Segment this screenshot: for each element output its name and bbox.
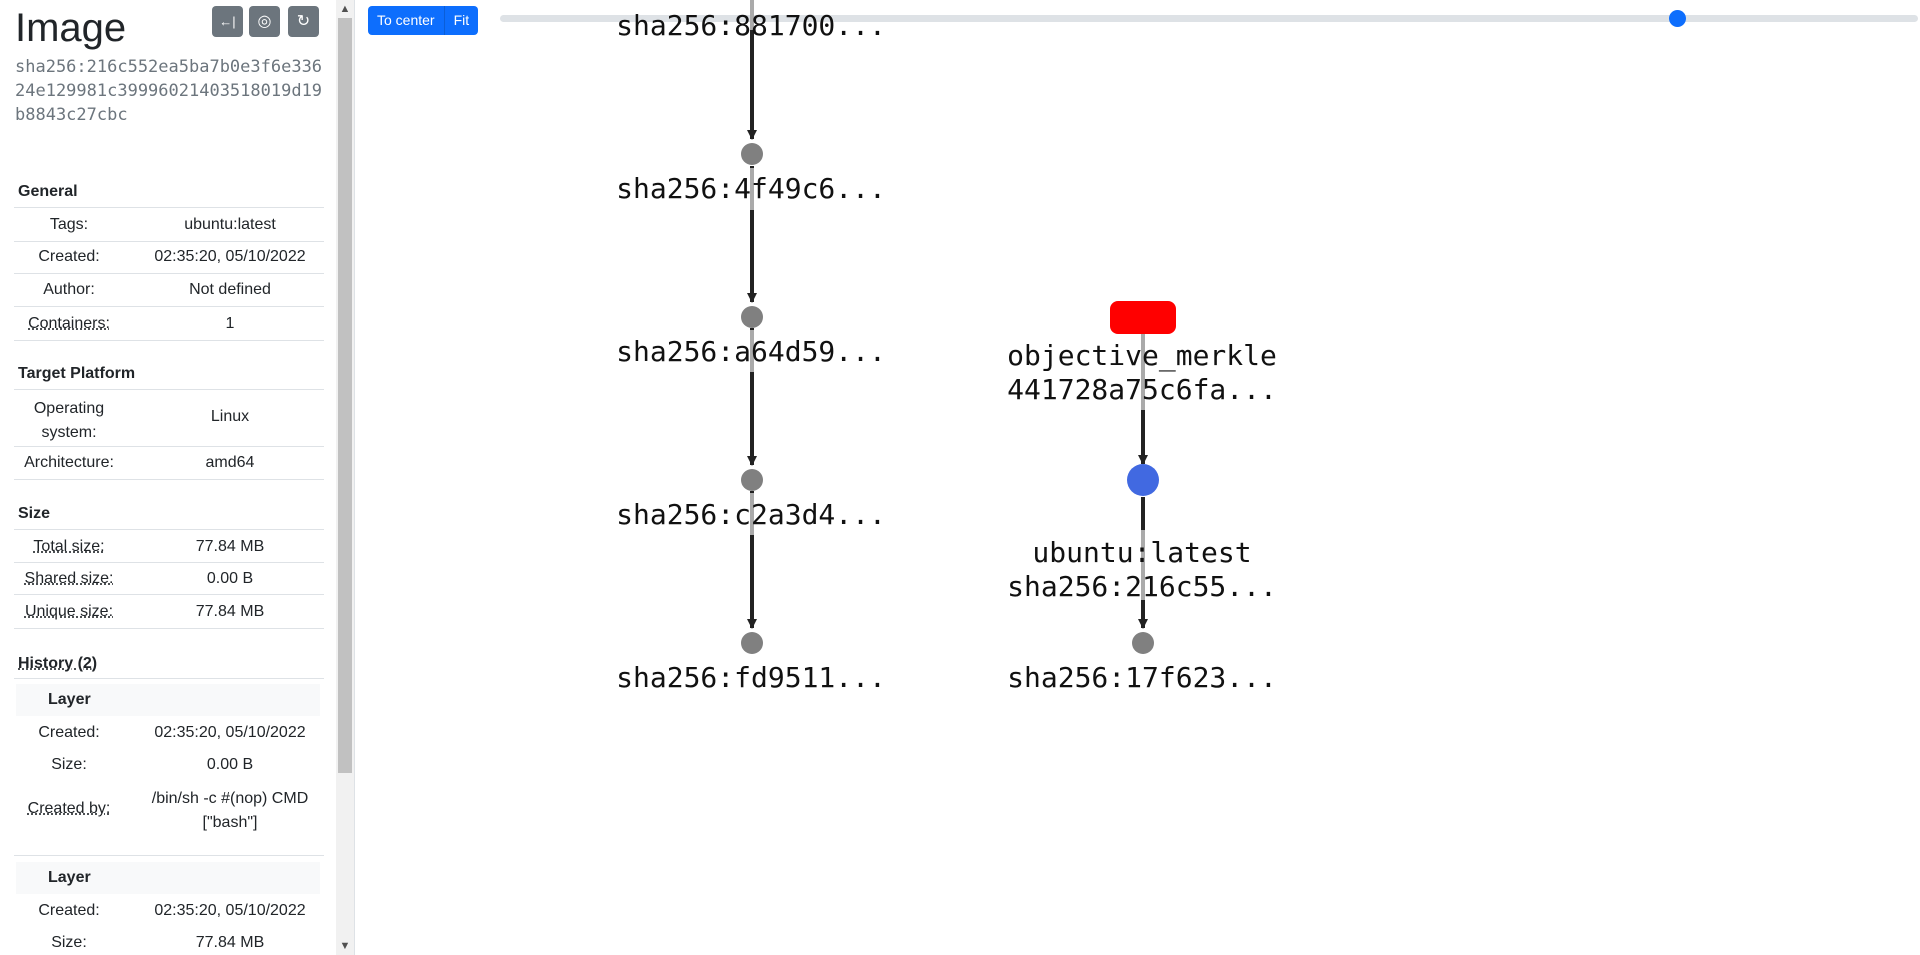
scrollbar-thumb[interactable] xyxy=(338,18,352,773)
layer-2-heading: Layer xyxy=(16,862,320,894)
general-heading: General xyxy=(18,183,78,200)
layer-1-size-row: Size: 0.00 B xyxy=(14,749,324,781)
architecture-row: Architecture: amd64 xyxy=(14,446,324,480)
containers-row: Containers: 1 xyxy=(14,307,324,341)
size-heading: Size xyxy=(18,505,51,522)
node-17f623-label: sha256:17f623... xyxy=(1007,661,1277,694)
total-size-label[interactable]: Total size: xyxy=(14,538,124,556)
layer-1-size-label: Size: xyxy=(51,756,87,773)
author-row: Author: Not defined xyxy=(14,274,324,307)
layer-2-size-row: Size: 77.84 MB xyxy=(14,927,324,955)
layer-1-size-value: 0.00 B xyxy=(206,756,254,773)
total-size-value: 77.84 MB xyxy=(195,538,265,555)
tags-label: Tags: xyxy=(49,216,89,233)
created-value: 02:35:20, 05/10/2022 xyxy=(154,248,306,265)
author-label: Author: xyxy=(43,281,95,298)
total-size-row: Total size: 77.84 MB xyxy=(14,529,324,563)
image-tag-label: ubuntu:latest xyxy=(1032,536,1251,569)
containers-label[interactable]: Containers: xyxy=(14,315,124,333)
created-row: Created: 02:35:20, 05/10/2022 xyxy=(14,241,324,274)
shared-size-value: 0.00 B xyxy=(206,570,254,587)
history-heading[interactable]: History (2) xyxy=(18,655,97,673)
container-id-label: 441728a75c6fa... xyxy=(1007,373,1277,406)
layer-node-4f49c6[interactable] xyxy=(741,143,763,165)
layer-1-created-value: 02:35:20, 05/10/2022 xyxy=(154,724,306,741)
layer-1-created-label: Created: xyxy=(38,724,100,741)
refresh-icon: ↻ xyxy=(296,13,311,30)
target-icon: ◎ xyxy=(257,13,272,30)
node-fd9511-label: sha256:fd9511... xyxy=(616,661,886,694)
unique-size-value: 77.84 MB xyxy=(195,603,265,620)
layer-2-created-value: 02:35:20, 05/10/2022 xyxy=(154,902,306,919)
layer-1-created-by-row: Created by: /bin/sh -c #(nop) CMD ["bash… xyxy=(14,781,324,856)
created-label: Created: xyxy=(38,248,100,265)
os-label: Operating system: xyxy=(33,400,105,441)
layer-2-created-row: Created: 02:35:20, 05/10/2022 xyxy=(14,895,324,927)
image-digest: sha256:216c552ea5ba7b0e3f6e33624e129981c… xyxy=(15,57,323,125)
scroll-up-arrow-icon[interactable]: ▲ xyxy=(336,0,354,18)
containers-value: 1 xyxy=(225,315,235,332)
shared-size-row: Shared size: 0.00 B xyxy=(14,562,324,595)
page-title: Image xyxy=(15,6,127,50)
container-name-label: objective_merkle xyxy=(1007,339,1277,373)
layer-2-size-label: Size: xyxy=(51,934,87,951)
node-a64d59-label: sha256:a64d59... xyxy=(616,335,886,368)
layer-1-created-row: Created: 02:35:20, 05/10/2022 xyxy=(14,717,324,749)
node-4f49c6-label: sha256:4f49c6... xyxy=(616,172,886,205)
history-divider xyxy=(14,678,324,679)
os-value: Linux xyxy=(210,408,250,425)
layer-1-heading: Layer xyxy=(16,684,320,716)
layer-1-title: Layer xyxy=(48,691,91,708)
layer-2-created-label: Created: xyxy=(38,902,100,919)
shared-size-label[interactable]: Shared size: xyxy=(14,570,124,588)
layer-1-command-line1: /bin/sh -c #(nop) CMD xyxy=(151,790,309,807)
unique-size-row: Unique size: 77.84 MB xyxy=(14,595,324,629)
layer-1-command-line2: ["bash"] xyxy=(202,814,258,831)
layer-1-created-by-label[interactable]: Created by: xyxy=(14,800,124,818)
platform-heading: Target Platform xyxy=(18,365,136,382)
sidebar-content: Image ←| ◎ ↻ sha256:216c552ea5ba7b0e3f6e… xyxy=(0,0,336,955)
container-node[interactable] xyxy=(1110,301,1176,334)
layer-2-size-value: 77.84 MB xyxy=(195,934,265,951)
collapse-icon: ←| xyxy=(219,14,236,29)
layer-node-c2a3d4[interactable] xyxy=(741,469,763,491)
os-row: Operating system: Linux xyxy=(14,389,324,447)
refresh-button[interactable]: ↻ xyxy=(288,6,319,37)
unique-size-label[interactable]: Unique size: xyxy=(14,603,124,621)
sidebar-scrollbar[interactable]: ▲ ▼ xyxy=(336,0,354,955)
layer-node-a64d59[interactable] xyxy=(741,306,763,328)
architecture-label: Architecture: xyxy=(24,454,114,471)
node-top-label: sha256:881700... xyxy=(616,9,886,42)
image-node-selected[interactable] xyxy=(1127,464,1159,496)
scroll-down-arrow-icon[interactable]: ▼ xyxy=(336,937,354,955)
layer-2-title: Layer xyxy=(48,869,91,886)
image-id-label: sha256:216c55... xyxy=(1007,570,1277,603)
tags-value: ubuntu:latest xyxy=(184,216,276,233)
layer-node-fd9511[interactable] xyxy=(741,632,763,654)
image-graph-canvas[interactable]: sha256:881700... sha256:4f49c6... sha256… xyxy=(355,0,1920,955)
tags-row: Tags: ubuntu:latest xyxy=(14,207,324,242)
image-details-sidebar: Image ←| ◎ ↻ sha256:216c552ea5ba7b0e3f6e… xyxy=(0,0,355,955)
collapse-sidebar-button[interactable]: ←| xyxy=(212,6,243,37)
author-value: Not defined xyxy=(189,281,271,298)
layer-1-created-by-value: /bin/sh -c #(nop) CMD ["bash"] xyxy=(134,787,326,835)
layer-node-17f623[interactable] xyxy=(1132,632,1154,654)
architecture-value: amd64 xyxy=(205,454,255,471)
locate-button[interactable]: ◎ xyxy=(249,6,280,37)
node-c2a3d4-label: sha256:c2a3d4... xyxy=(616,498,886,531)
